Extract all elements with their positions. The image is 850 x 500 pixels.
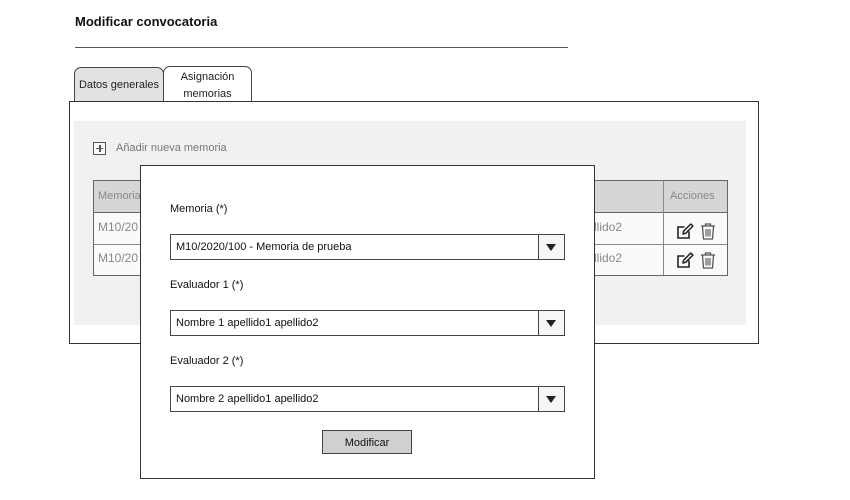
tab-asignacion-memorias[interactable]: Asignación memorias — [163, 66, 252, 102]
column-header-memoria: Memoria — [98, 190, 141, 202]
plus-square-icon[interactable] — [93, 141, 106, 155]
evaluador1-select-value: Nombre 1 apellido1 apellido2 — [176, 317, 319, 329]
chevron-down-icon[interactable] — [538, 235, 564, 259]
evaluador2-select-value: Nombre 2 apellido1 apellido2 — [176, 393, 319, 405]
add-memoria-button[interactable]: Añadir nueva memoria — [93, 140, 227, 156]
tab-datos-generales[interactable]: Datos generales — [74, 67, 164, 101]
edit-icon[interactable] — [676, 222, 694, 240]
evaluador1-select[interactable]: Nombre 1 apellido1 apellido2 — [170, 310, 565, 336]
cell-evaluador: llido2 — [594, 251, 623, 265]
chevron-down-icon[interactable] — [538, 387, 564, 411]
modificar-button[interactable]: Modificar — [322, 430, 412, 454]
edit-memoria-modal: Memoria (*) M10/2020/100 - Memoria de pr… — [140, 165, 595, 479]
edit-icon[interactable] — [676, 251, 694, 269]
add-memoria-label: Añadir nueva memoria — [116, 142, 227, 154]
chevron-down-icon[interactable] — [538, 311, 564, 335]
column-divider — [663, 181, 664, 275]
column-header-acciones: Acciones — [670, 190, 715, 202]
memoria-select-value: M10/2020/100 - Memoria de prueba — [176, 241, 352, 253]
evaluador2-label: Evaluador 2 (*) — [170, 355, 244, 367]
title-divider — [75, 47, 568, 48]
memoria-select[interactable]: M10/2020/100 - Memoria de prueba — [170, 234, 565, 260]
trash-icon[interactable] — [699, 222, 717, 240]
trash-icon[interactable] — [699, 251, 717, 269]
page-title: Modificar convocatoria — [75, 14, 218, 29]
cell-memoria: M10/20 — [98, 220, 139, 234]
evaluador1-label: Evaluador 1 (*) — [170, 279, 244, 291]
evaluador2-select[interactable]: Nombre 2 apellido1 apellido2 — [170, 386, 565, 412]
memoria-label: Memoria (*) — [170, 203, 228, 215]
cell-memoria: M10/20 — [98, 251, 139, 265]
cell-evaluador: llido2 — [594, 220, 623, 234]
